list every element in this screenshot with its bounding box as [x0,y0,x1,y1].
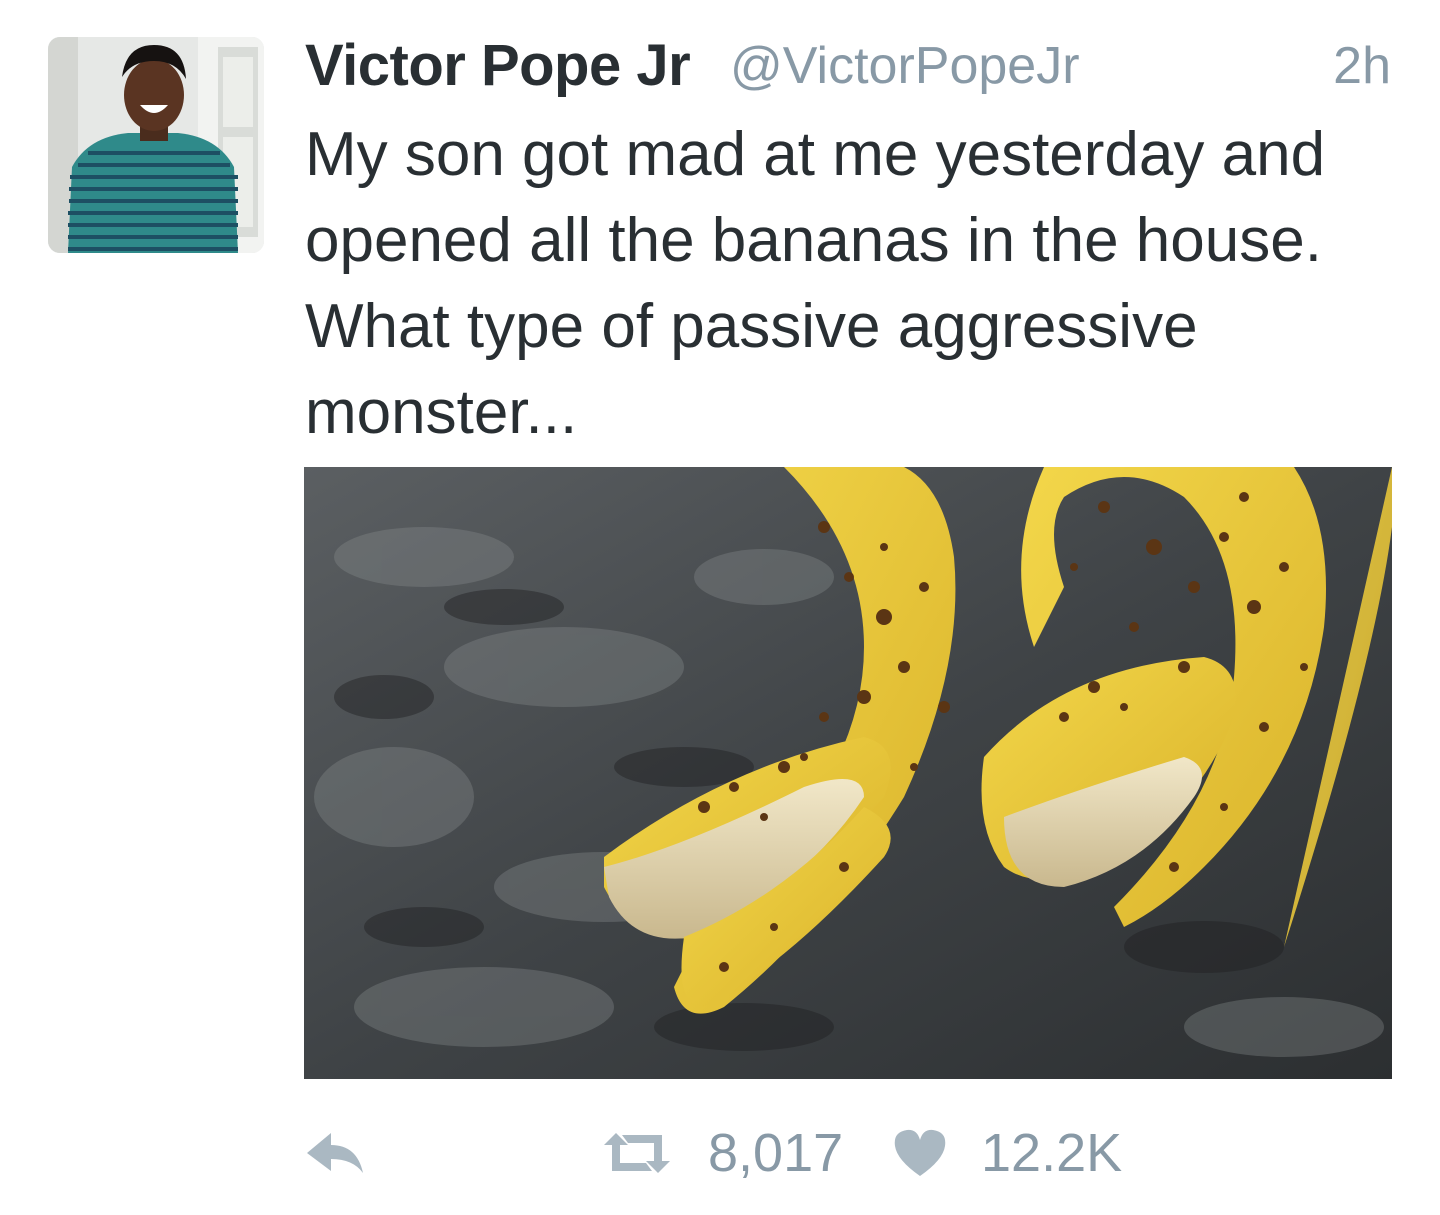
retweet-count: 8,017 [708,1123,844,1183]
retweet-icon [600,1129,674,1177]
retweet-button[interactable]: 8,017 [600,1118,843,1188]
reply-icon [305,1129,367,1177]
reply-button[interactable] [305,1118,367,1188]
timestamp[interactable]: 2h [1333,36,1391,96]
tweet-text: My son got mad at me yesterday and opene… [305,120,1326,447]
tweet: Victor Pope Jr @VictorPopeJr 2h My son g… [0,0,1440,1215]
tweet-photo[interactable] [304,467,1392,1079]
heart-icon [893,1128,947,1178]
tweet-actions: 8,017 12.2K [305,1118,1395,1188]
like-button[interactable]: 12.2K [893,1118,1122,1188]
tweet-header: Victor Pope Jr @VictorPopeJr 2h [305,28,1395,100]
avatar[interactable] [48,37,264,253]
like-count: 12.2K [981,1123,1123,1183]
display-name[interactable]: Victor Pope Jr [305,32,691,99]
user-handle[interactable]: @VictorPopeJr [730,36,1080,96]
